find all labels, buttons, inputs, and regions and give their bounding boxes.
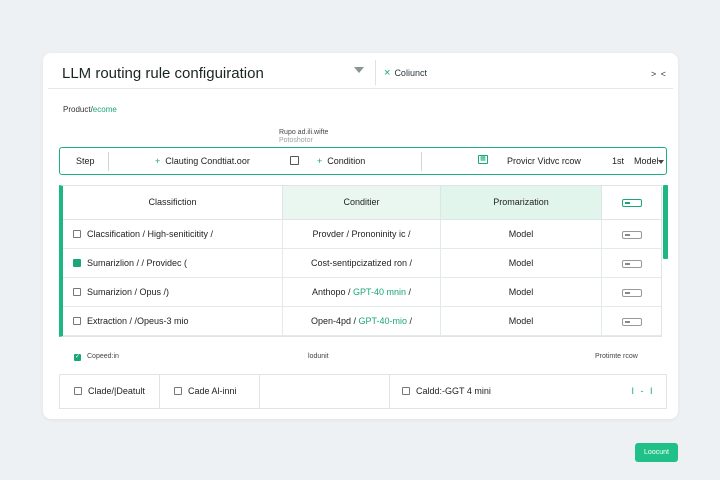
toggle-icon[interactable] [622, 259, 642, 268]
rule-cell: Sumarizlion / / Providec ( [73, 249, 278, 277]
step-checkbox[interactable] [290, 156, 299, 165]
toggle-cell [601, 278, 662, 306]
breadcrumb-current[interactable]: ecome [93, 105, 117, 114]
chevron-down-icon[interactable] [354, 67, 364, 73]
condition-cell: Anthopo / GPT-40 mnin / [282, 278, 440, 306]
row-checkbox[interactable] [174, 387, 182, 395]
model-text: Caldd:-GGT 4 mini [416, 386, 491, 396]
table-row[interactable]: Sumarizion / Opus /) Anthopo / GPT-40 mn… [63, 278, 662, 307]
chevron-down-icon[interactable] [658, 160, 664, 164]
page-title: LLM routing rule configuiration [62, 65, 264, 82]
model-cell[interactable]: Caldd:-GGT 4 mini [390, 375, 620, 408]
rule-text: Sumarizlion / / Providec ( [87, 258, 188, 268]
rule-cell: Sumarizion / Opus /) [73, 278, 278, 306]
first-label: 1st [612, 156, 625, 166]
load-label: lodunit [308, 353, 329, 360]
condition-tail: / [408, 287, 412, 297]
hint-line-2: Potoshotor [279, 137, 313, 144]
copied-label: Copeed:in [87, 353, 119, 360]
collapse-button[interactable]: > < [651, 69, 667, 79]
add-condition-button-2[interactable]: + Condition [317, 156, 365, 166]
row-checkbox[interactable] [73, 259, 81, 267]
toggle-icon[interactable] [622, 230, 642, 239]
plus-icon: + [155, 156, 161, 166]
header-condition[interactable]: Conditier [282, 186, 440, 219]
resize-icon[interactable]: I - I [620, 375, 666, 408]
table-header: Classifiction Conditier Promarization [63, 186, 662, 220]
divider [375, 60, 376, 85]
promote-label: Protimte rcow [595, 353, 638, 360]
row-checkbox[interactable] [402, 387, 410, 395]
model-cell[interactable]: Model [440, 220, 601, 248]
add-condition-label: Clauting Condtiat.oor [165, 156, 250, 166]
divider [421, 152, 422, 171]
header-classification[interactable]: Classifiction [63, 186, 282, 219]
table-row[interactable]: Extraction / /Opeus-3 mio Open-4pd / GPT… [63, 307, 662, 336]
table-row[interactable]: Clacsification / High-seniticitity / Pro… [63, 220, 662, 249]
rule-hint: Rupo ad.ili.wifte Potoshotor [279, 129, 328, 145]
condition-text: Open-4pd / [310, 316, 356, 326]
toggle-cell [601, 249, 662, 277]
condition-model-text: GPT-40-mio [358, 316, 408, 326]
rule-cell: Clacsification / High-seniticitity / [73, 220, 278, 248]
cancel-button[interactable]: × Coliunct [384, 66, 427, 79]
header-toggle-cell [601, 186, 662, 219]
fallback-cell[interactable]: Cade Al-inni [160, 375, 260, 408]
add-condition-button[interactable]: + Clauting Condtiat.oor [155, 156, 250, 166]
rule-text: Extraction / /Opeus-3 mio [87, 316, 189, 326]
toggle-cell [601, 307, 662, 335]
table-row[interactable]: Sumarizlion / / Providec ( Cost-sentipci… [63, 249, 662, 278]
row-checkbox[interactable] [73, 230, 81, 238]
model-cell[interactable]: Model [440, 278, 601, 306]
provider-label: Provicr Vidvc rcow [507, 156, 581, 166]
rule-text: Sumarizion / Opus /) [87, 287, 170, 297]
row-checkbox[interactable] [73, 317, 81, 325]
default-cell[interactable]: Clade/|Deatult [60, 375, 160, 408]
header-prioritization[interactable]: Promarization [440, 186, 601, 219]
toggle-icon[interactable] [622, 288, 642, 297]
step-label: Step [76, 156, 95, 166]
toggle-icon[interactable] [622, 317, 642, 326]
rule-text: Clacsification / High-seniticitity / [87, 229, 214, 239]
model-select[interactable]: Model [634, 156, 659, 166]
breadcrumb-prefix[interactable]: Product/ [63, 105, 93, 114]
rules-table: Classifiction Conditier Promarization Cl… [59, 185, 668, 337]
default-model-row: Clade/|Deatult Cade Al-inni Caldd:-GGT 4… [59, 374, 667, 409]
divider [108, 152, 109, 171]
submit-button[interactable]: Loocunt [635, 443, 678, 462]
hint-line-1: Rupo ad.ili.wifte [279, 129, 329, 136]
title-bar: LLM routing rule configuiration × Coliun… [48, 56, 673, 89]
condition-text: Cost-sentipcizatized ron / [310, 258, 413, 268]
toggle-icon[interactable] [622, 198, 642, 207]
scrollbar[interactable] [663, 185, 668, 259]
plus-icon: + [317, 156, 323, 166]
condition-text: Anthopo / [311, 287, 351, 297]
model-cell[interactable]: Model [440, 307, 601, 335]
rule-config-panel: LLM routing rule configuiration × Coliun… [43, 53, 678, 419]
condition-label: Condition [327, 156, 366, 166]
grid-icon[interactable]: ▦ [478, 155, 488, 164]
breadcrumb: Product/ecome [63, 105, 117, 114]
condition-cell: Provder / Prononinity ic / [282, 220, 440, 248]
rule-cell: Extraction / /Opeus-3 mio [73, 307, 278, 335]
step-toolbar: Step + Clauting Condtiat.oor + Condition ▦… [59, 147, 667, 175]
toggle-cell [601, 220, 662, 248]
condition-tail: / [409, 316, 413, 326]
fallback-text: Cade Al-inni [188, 386, 237, 396]
condition-cell: Cost-sentipcizatized ron / [282, 249, 440, 277]
row-checkbox[interactable] [74, 387, 82, 395]
row-checkbox[interactable] [73, 288, 81, 296]
model-cell[interactable]: Model [440, 249, 601, 277]
close-icon: × [384, 66, 391, 79]
default-text: Clade/|Deatult [88, 386, 145, 396]
check-icon[interactable]: ✓ [74, 354, 81, 361]
condition-text: Provder / Prononinity ic / [312, 229, 411, 239]
condition-model-text: GPT-40 mnin [352, 287, 407, 297]
condition-cell: Open-4pd / GPT-40-mio / [282, 307, 440, 335]
cancel-label: Coliunct [394, 68, 427, 78]
empty-cell [260, 375, 390, 408]
